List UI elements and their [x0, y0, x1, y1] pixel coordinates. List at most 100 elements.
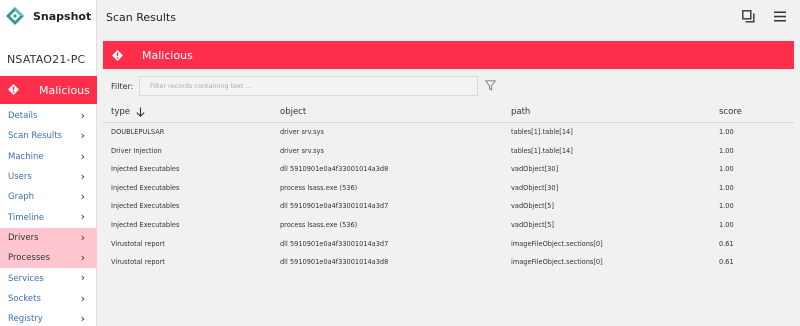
- type-cell: Injected Executables: [111, 202, 180, 211]
- sidebar-item-machine[interactable]: Machine ›: [0, 147, 97, 167]
- object-cell: process lsass.exe (536): [280, 183, 358, 192]
- column-header-type[interactable]: type: [111, 107, 145, 117]
- type-cell: Virustotal report: [111, 239, 165, 248]
- object-cell: dll 5910901e0a4f33001014a3d7: [280, 239, 389, 248]
- column-header-path[interactable]: path: [511, 107, 530, 117]
- chevron-right-icon: ›: [80, 129, 85, 143]
- score-cell: 0.61: [719, 258, 734, 267]
- column-label: object: [280, 107, 307, 117]
- score-cell: 1.00: [719, 165, 734, 174]
- chevron-right-icon: ›: [80, 190, 85, 204]
- sidebar-item-services[interactable]: Services ›: [0, 268, 97, 288]
- object-cell: driver srv.sys: [280, 128, 324, 136]
- diamond-alert-icon: [8, 84, 19, 95]
- table-row[interactable]: Injected Executables dll 5910901e0a4f3300…: [103, 160, 794, 179]
- malicious-banner: Malicious: [103, 41, 794, 69]
- score-cell: 1.00: [719, 146, 734, 155]
- score-cell: 1.00: [719, 202, 734, 211]
- sidebar-item-label: Services: [8, 273, 44, 284]
- column-header-score[interactable]: score: [719, 107, 742, 117]
- sidebar-item-label: Users: [8, 172, 32, 183]
- table-row[interactable]: Injected Executables process lsass.exe (5…: [103, 179, 794, 198]
- status-label: Malicious: [39, 84, 90, 97]
- path-cell: imageFileObject.sections[0]: [511, 258, 603, 267]
- chevron-right-icon: ›: [80, 210, 85, 224]
- type-cell: Injected Executables: [111, 183, 180, 192]
- windows-icon[interactable]: [742, 10, 755, 23]
- score-cell: 0.61: [719, 239, 734, 248]
- sidebar-item-processes[interactable]: Processes ›: [0, 248, 97, 269]
- hamburger-menu-icon[interactable]: [774, 11, 786, 22]
- sidebar-item-graph[interactable]: Graph ›: [0, 187, 97, 207]
- funnel-icon[interactable]: [485, 80, 496, 91]
- sidebar-item-timeline[interactable]: Timeline ›: [0, 207, 97, 227]
- score-cell: 1.00: [719, 220, 734, 229]
- object-cell: dll 5910901e0a4f33001014a3d7: [280, 202, 389, 211]
- table-row[interactable]: Virustotal report dll 5910901e0a4f3300101…: [103, 253, 794, 272]
- arrow-down-icon[interactable]: [136, 107, 145, 117]
- type-cell: Injected Executables: [111, 220, 180, 229]
- table-row[interactable]: Injected Executables dll 5910901e0a4f3300…: [103, 197, 794, 216]
- sidebar-item-label: Details: [8, 111, 38, 122]
- type-cell: Driver Injection: [111, 146, 162, 155]
- sidebar-nav: Details › Scan Results › Machine › Users › Graph…: [0, 106, 97, 326]
- path-cell: tables[1].table[14]: [511, 128, 573, 136]
- hostname: NSATAO21-PC: [7, 53, 86, 66]
- sidebar-item-label: Timeline: [8, 212, 45, 223]
- chevron-right-icon: ›: [80, 149, 85, 163]
- object-cell: dll 5910901e0a4f33001014a3d8: [280, 258, 389, 267]
- path-cell: imageFileObject.sections[0]: [511, 239, 603, 248]
- chevron-right-icon: ›: [80, 251, 85, 265]
- path-cell: vadObject[30]: [511, 165, 559, 174]
- top-bar: Scan Results: [97, 0, 800, 34]
- chevron-right-icon: ›: [80, 311, 85, 325]
- chevron-right-icon: ›: [80, 109, 85, 122]
- sidebar-item-drivers[interactable]: Drivers ›: [0, 227, 97, 249]
- sidebar-item-label: Sockets: [8, 293, 41, 304]
- object-cell: dll 5910901e0a4f33001014a3d8: [280, 165, 389, 174]
- diamond-alert-icon: [112, 50, 123, 61]
- banner-label: Malicious: [142, 49, 193, 62]
- chevron-right-icon: ›: [80, 291, 85, 305]
- table-row[interactable]: Virustotal report dll 5910901e0a4f3300101…: [103, 235, 794, 254]
- sidebar-item-label: Scan Results: [8, 131, 63, 142]
- type-cell: Injected Executables: [111, 165, 180, 174]
- score-cell: 1.00: [719, 128, 734, 136]
- score-cell: 1.00: [719, 183, 734, 192]
- snapshot-logo-icon: [6, 7, 24, 25]
- chevron-right-icon: ›: [80, 271, 85, 285]
- path-cell: tables[1].table[14]: [511, 146, 573, 155]
- sidebar: Snapshot NSATAO21-PC Malicious Details › S…: [0, 0, 97, 326]
- path-cell: vadObject[30]: [511, 183, 559, 192]
- object-cell: driver srv.sys: [280, 146, 324, 155]
- chevron-right-icon: ›: [80, 230, 85, 244]
- chevron-right-icon: ›: [80, 169, 85, 183]
- sidebar-item-registry[interactable]: Registry ›: [0, 309, 97, 326]
- brand[interactable]: Snapshot: [0, 0, 97, 34]
- sidebar-item-label: Registry: [8, 314, 43, 325]
- table-row[interactable]: DOUBLEPULSAR driver srv.sys tables[1].tabl…: [103, 123, 794, 142]
- filter-label: Filter:: [111, 82, 134, 91]
- sidebar-item-label: Machine: [8, 151, 44, 162]
- table-header: type object path score: [103, 104, 794, 122]
- table-body: DOUBLEPULSAR driver srv.sys tables[1].tabl…: [103, 123, 794, 272]
- table-row[interactable]: Driver Injection driver srv.sys tables[1].…: [103, 142, 794, 161]
- sidebar-item-scan-results[interactable]: Scan Results ›: [0, 126, 97, 146]
- sidebar-item-sockets[interactable]: Sockets ›: [0, 289, 97, 309]
- table-row[interactable]: Injected Executables process lsass.exe (5…: [103, 216, 794, 235]
- sidebar-item-label: Processes: [8, 253, 50, 264]
- sidebar-item-users[interactable]: Users ›: [0, 167, 97, 187]
- status-tile: Malicious: [0, 76, 97, 104]
- column-label: type: [111, 107, 130, 117]
- column-header-object[interactable]: object: [280, 107, 306, 117]
- filter-input[interactable]: [139, 76, 478, 96]
- path-cell: vadObject[5]: [511, 220, 554, 229]
- type-cell: Virustotal report: [111, 258, 165, 267]
- sidebar-item-label: Drivers: [8, 232, 39, 243]
- app-name: Snapshot: [33, 10, 92, 23]
- object-cell: process lsass.exe (536): [280, 220, 358, 229]
- sidebar-item-label: Graph: [8, 192, 35, 203]
- path-cell: vadObject[5]: [511, 202, 554, 211]
- sidebar-item-details[interactable]: Details ›: [0, 106, 97, 126]
- column-label: score: [719, 107, 742, 117]
